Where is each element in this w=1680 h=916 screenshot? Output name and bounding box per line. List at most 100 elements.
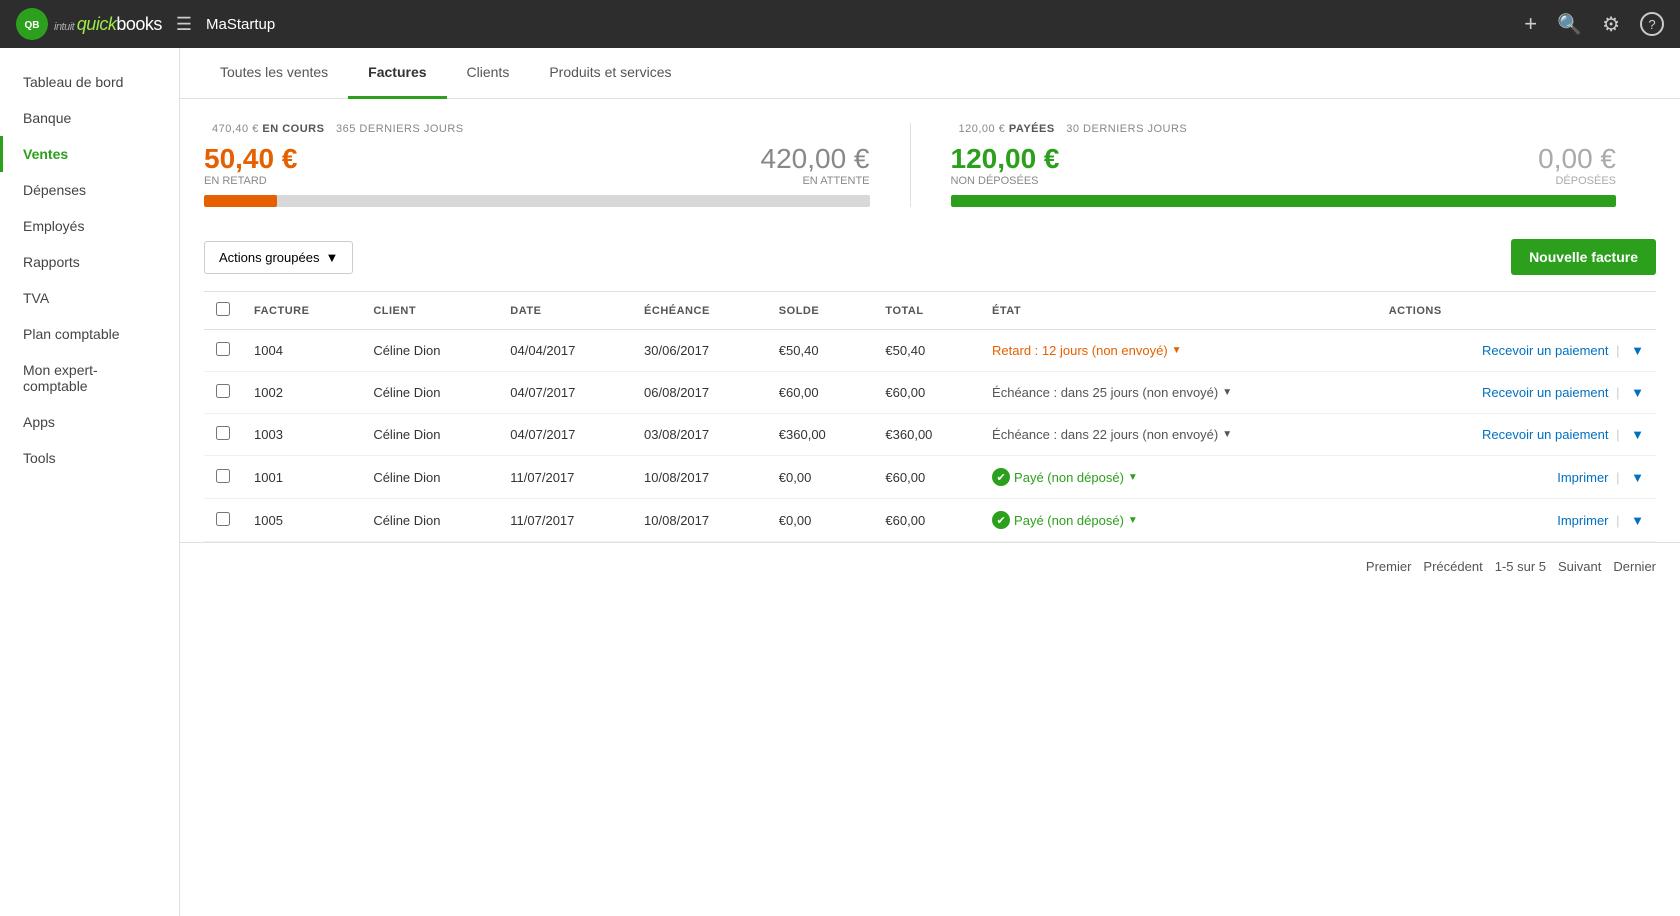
- row-etat-text: Payé (non déposé): [1014, 470, 1124, 485]
- row-date: 11/07/2017: [498, 456, 632, 499]
- overdue-block: 50,40 € EN RETARD: [204, 143, 297, 187]
- row-checkbox[interactable]: [216, 469, 230, 483]
- action-dropdown-icon[interactable]: ▼: [1631, 343, 1644, 358]
- row-id: 1002: [242, 372, 361, 414]
- sidebar-item-banque[interactable]: Banque: [0, 100, 179, 136]
- row-id: 1005: [242, 499, 361, 542]
- pagination-last[interactable]: Dernier: [1613, 559, 1656, 574]
- row-action-link[interactable]: Recevoir un paiement: [1482, 385, 1608, 400]
- row-client: Céline Dion: [361, 414, 498, 456]
- group-actions-label: Actions groupées: [219, 250, 319, 265]
- row-total: €50,40: [873, 330, 980, 372]
- sidebar-item-tableau-de-bord[interactable]: Tableau de bord: [0, 64, 179, 100]
- dropdown-arrow-icon: ▼: [325, 250, 338, 265]
- table-row: 1005Céline Dion11/07/201710/08/2017€0,00…: [204, 499, 1656, 542]
- sidebar-item-ventes[interactable]: Ventes: [0, 136, 179, 172]
- pagination-info: 1-5 sur 5: [1495, 559, 1546, 574]
- paid-check-icon: ✔: [992, 511, 1010, 529]
- hamburger-menu-icon[interactable]: ☰: [176, 14, 192, 35]
- row-etat-content: ✔Payé (non déposé) ▼: [992, 468, 1365, 486]
- row-action-link[interactable]: Imprimer: [1557, 513, 1608, 528]
- row-echeance: 10/08/2017: [632, 456, 767, 499]
- action-dropdown-icon[interactable]: ▼: [1631, 513, 1644, 528]
- th-actions: ACTIONS: [1377, 292, 1656, 330]
- qb-logo[interactable]: QB intuit quickbooks: [16, 8, 162, 40]
- th-total: TOTAL: [873, 292, 980, 330]
- select-all-checkbox[interactable]: [216, 302, 230, 316]
- help-icon[interactable]: ?: [1640, 12, 1664, 36]
- row-solde: €0,00: [767, 499, 874, 542]
- tab-factures[interactable]: Factures: [348, 48, 446, 99]
- row-id: 1003: [242, 414, 361, 456]
- pagination-next[interactable]: Suivant: [1558, 559, 1601, 574]
- row-action-link[interactable]: Imprimer: [1557, 470, 1608, 485]
- deposited-amount: 0,00 €: [1538, 143, 1616, 175]
- sidebar-item-tva[interactable]: TVA: [0, 280, 179, 316]
- pagination-first[interactable]: Premier: [1366, 559, 1412, 574]
- table-row: 1003Céline Dion04/07/201703/08/2017€360,…: [204, 414, 1656, 456]
- encours-period: 365 DERNIERS JOURS: [336, 123, 464, 135]
- row-etat-content: Retard : 12 jours (non envoyé) ▼: [992, 343, 1365, 358]
- table-row: 1004Céline Dion04/04/201730/06/2017€50,4…: [204, 330, 1656, 372]
- row-action-link[interactable]: Recevoir un paiement: [1482, 427, 1608, 442]
- table-row: 1002Céline Dion04/07/201706/08/2017€60,0…: [204, 372, 1656, 414]
- row-etat: Retard : 12 jours (non envoyé) ▼: [980, 330, 1377, 372]
- sidebar-item-rapports[interactable]: Rapports: [0, 244, 179, 280]
- row-solde: €0,00: [767, 456, 874, 499]
- qb-logo-text: intuit quickbooks: [54, 14, 162, 35]
- pagination-prev[interactable]: Précédent: [1423, 559, 1482, 574]
- row-actions: Imprimer | ▼: [1377, 499, 1656, 542]
- actions-bar: Actions groupées ▼ Nouvelle facture: [180, 223, 1680, 291]
- action-dropdown-icon[interactable]: ▼: [1631, 470, 1644, 485]
- encours-amount: 470,40 €: [212, 123, 259, 135]
- row-etat: Échéance : dans 22 jours (non envoyé) ▼: [980, 414, 1377, 456]
- status-chevron-icon[interactable]: ▼: [1222, 387, 1232, 398]
- payees-label: 120,00 € PAYÉES 30 DERNIERS JOURS: [951, 123, 1617, 135]
- sidebar-item-tools[interactable]: Tools: [0, 440, 179, 476]
- pagination: Premier Précédent 1-5 sur 5 Suivant Dern…: [180, 542, 1680, 590]
- add-icon[interactable]: +: [1524, 11, 1537, 37]
- table-header-row: FACTURE CLIENT DATE ÉCHÉANCE SOLDE TOTAL…: [204, 292, 1656, 330]
- action-separator: |: [1613, 513, 1624, 528]
- row-solde: €60,00: [767, 372, 874, 414]
- pending-label: EN ATTENTE: [761, 175, 870, 187]
- row-etat-text: Retard : 12 jours (non envoyé): [992, 343, 1168, 358]
- encours-progress-bar: [204, 195, 870, 207]
- row-total: €60,00: [873, 499, 980, 542]
- row-checkbox[interactable]: [216, 342, 230, 356]
- action-dropdown-icon[interactable]: ▼: [1631, 385, 1644, 400]
- status-chevron-icon[interactable]: ▼: [1128, 472, 1138, 483]
- group-actions-button[interactable]: Actions groupées ▼: [204, 241, 353, 274]
- status-chevron-icon[interactable]: ▼: [1128, 515, 1138, 526]
- action-separator: |: [1613, 385, 1624, 400]
- row-echeance: 10/08/2017: [632, 499, 767, 542]
- row-checkbox[interactable]: [216, 512, 230, 526]
- tab-produits-et-services[interactable]: Produits et services: [529, 48, 691, 99]
- row-date: 04/07/2017: [498, 414, 632, 456]
- row-checkbox[interactable]: [216, 426, 230, 440]
- row-checkbox[interactable]: [216, 384, 230, 398]
- search-icon[interactable]: 🔍: [1557, 12, 1582, 37]
- row-etat-content: Échéance : dans 25 jours (non envoyé) ▼: [992, 385, 1365, 400]
- paid-block: 120,00 € NON DÉPOSÉES: [951, 143, 1060, 187]
- settings-icon[interactable]: ⚙: [1602, 12, 1620, 37]
- action-dropdown-icon[interactable]: ▼: [1631, 427, 1644, 442]
- status-chevron-icon[interactable]: ▼: [1172, 345, 1182, 356]
- sidebar-item-employes[interactable]: Employés: [0, 208, 179, 244]
- new-invoice-button[interactable]: Nouvelle facture: [1511, 239, 1656, 275]
- summary-section: 470,40 € EN COURS 365 DERNIERS JOURS 50,…: [180, 99, 1680, 223]
- tab-toutes-les-ventes[interactable]: Toutes les ventes: [200, 48, 348, 99]
- tab-clients[interactable]: Clients: [447, 48, 530, 99]
- sidebar-item-depenses[interactable]: Dépenses: [0, 172, 179, 208]
- sidebar-item-plan-comptable[interactable]: Plan comptable: [0, 316, 179, 352]
- row-solde: €50,40: [767, 330, 874, 372]
- table-row: 1001Céline Dion11/07/201710/08/2017€0,00…: [204, 456, 1656, 499]
- status-chevron-icon[interactable]: ▼: [1222, 429, 1232, 440]
- row-etat-text: Payé (non déposé): [1014, 513, 1124, 528]
- sidebar-item-apps[interactable]: Apps: [0, 404, 179, 440]
- table-header: FACTURE CLIENT DATE ÉCHÉANCE SOLDE TOTAL…: [204, 292, 1656, 330]
- row-action-link[interactable]: Recevoir un paiement: [1482, 343, 1608, 358]
- top-nav: QB intuit quickbooks ☰ MaStartup + 🔍 ⚙ ?: [0, 0, 1680, 48]
- sidebar-item-mon-expert-comptable[interactable]: Mon expert-comptable: [0, 352, 179, 404]
- row-id: 1001: [242, 456, 361, 499]
